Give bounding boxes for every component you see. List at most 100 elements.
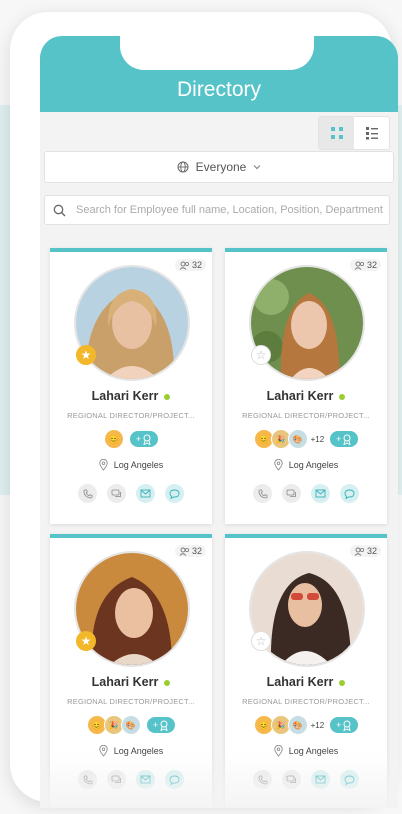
email-button[interactable]: [136, 770, 155, 789]
add-badge-label: +: [152, 720, 159, 730]
contact-actions: [225, 484, 387, 503]
more-badges-count: +12: [310, 434, 325, 444]
search-bar: [44, 195, 390, 225]
count-value: 32: [366, 260, 377, 270]
call-button[interactable]: [253, 484, 272, 503]
mail-icon: [315, 489, 326, 498]
connections-count: 32: [349, 259, 381, 271]
chat-button[interactable]: [107, 770, 126, 789]
location-pin-icon: [274, 745, 283, 757]
message-icon: [344, 775, 355, 785]
favorite-star-icon[interactable]: ☆: [251, 631, 271, 651]
message-button[interactable]: [165, 770, 184, 789]
grid-view-icon: [330, 127, 343, 139]
employee-card[interactable]: 32 ★ Lahari Kerr REGIONAL DIRECTOR/PROJE…: [50, 534, 212, 808]
add-badge-button[interactable]: +: [146, 717, 176, 733]
name-text: Lahari Kerr: [91, 389, 159, 403]
favorite-star-icon[interactable]: ★: [76, 631, 96, 651]
grid-view-button[interactable]: [319, 117, 354, 149]
employee-role: REGIONAL DIRECTOR/PROJECT...: [242, 411, 370, 420]
list-view-button[interactable]: [354, 117, 389, 149]
award-icon: [143, 434, 151, 445]
name-text: Lahari Kerr: [266, 389, 334, 403]
phone-icon: [258, 775, 267, 784]
add-badge-label: +: [336, 720, 342, 730]
avatar[interactable]: [249, 551, 365, 667]
location-pin-icon: [274, 459, 283, 471]
people-icon: [354, 547, 364, 556]
app-header: Directory: [40, 36, 398, 112]
people-icon: [179, 261, 189, 270]
online-status-dot: [164, 679, 171, 686]
location-text: Log Angeles: [288, 746, 339, 756]
employee-location: Log Angeles: [50, 459, 212, 471]
employee-card[interactable]: 32 ☆ Lahari Kerr REGIONAL DIRECTOR/PROJE…: [225, 248, 387, 524]
phone-icon: [83, 489, 92, 498]
message-icon: [344, 489, 355, 499]
contact-actions: [225, 770, 387, 789]
message-button[interactable]: [340, 770, 359, 789]
employee-location: Log Angeles: [225, 745, 387, 757]
favorite-star-icon[interactable]: ★: [76, 345, 96, 365]
message-icon: [169, 489, 180, 499]
add-badge-button[interactable]: +: [330, 717, 359, 733]
chat-button[interactable]: [282, 484, 301, 503]
badge-row: 😊 🎉 🎨 +12 +: [225, 715, 387, 735]
call-button[interactable]: [78, 770, 97, 789]
contact-actions: [50, 770, 212, 789]
phone-icon: [258, 489, 267, 498]
view-toggle: [318, 116, 390, 150]
chat-button[interactable]: [107, 484, 126, 503]
location-pin-icon: [99, 459, 108, 471]
connections-count: 32: [174, 545, 206, 557]
avatar[interactable]: [74, 265, 190, 381]
email-button[interactable]: [311, 484, 330, 503]
employee-role: REGIONAL DIRECTOR/PROJECT...: [67, 697, 195, 706]
chevron-down-icon: [253, 165, 261, 170]
award-icon: [343, 720, 352, 731]
chat-icon: [111, 775, 121, 783]
people-icon: [354, 261, 364, 270]
phone-frame: Directory Everyone Search for Employee f…: [10, 12, 398, 808]
connections-count: 32: [349, 545, 381, 557]
mail-icon: [315, 775, 326, 784]
people-icon: [179, 547, 189, 556]
employee-role: REGIONAL DIRECTOR/PROJECT...: [67, 411, 195, 420]
chat-icon: [286, 775, 296, 783]
avatar[interactable]: [249, 265, 365, 381]
avatar[interactable]: [74, 551, 190, 667]
badge-icon: 🎨: [287, 429, 308, 449]
message-button[interactable]: [340, 484, 359, 503]
count-value: 32: [191, 260, 202, 270]
employee-name: Lahari Kerr: [50, 675, 212, 689]
badge-icon: 🎨: [287, 715, 308, 735]
chat-button[interactable]: [282, 770, 301, 789]
phone-icon: [83, 775, 92, 784]
online-status-dot: [164, 393, 171, 400]
online-status-dot: [339, 393, 346, 400]
search-input[interactable]: [74, 203, 388, 217]
list-view-icon: [365, 127, 378, 140]
call-button[interactable]: [253, 770, 272, 789]
count-value: 32: [366, 546, 377, 556]
badge-row: 😊 🎉 🎨 +12 +: [225, 429, 387, 449]
employee-card[interactable]: 32 ☆ Lahari Kerr REGIONAL DIRECTOR/PROJE…: [225, 534, 387, 808]
badge-row: 😊 +: [50, 429, 212, 449]
message-button[interactable]: [165, 484, 184, 503]
name-text: Lahari Kerr: [266, 675, 334, 689]
email-button[interactable]: [311, 770, 330, 789]
badge-icon: 🎨: [120, 715, 141, 735]
app-screen: Directory Everyone Search for Employee f…: [40, 36, 398, 808]
audience-filter[interactable]: Everyone: [44, 151, 394, 183]
employee-card[interactable]: 32 ★ Lahari Kerr REGIONAL DIRECTOR/PROJE…: [50, 248, 212, 524]
badge-row: 😊 🎉 🎨 +: [50, 715, 212, 735]
chat-icon: [111, 489, 121, 497]
add-badge-button[interactable]: +: [330, 431, 359, 447]
call-button[interactable]: [78, 484, 97, 503]
badge-icon: 😊: [103, 429, 124, 449]
add-badge-button[interactable]: +: [129, 431, 159, 447]
count-value: 32: [191, 546, 202, 556]
search-icon: [53, 204, 66, 216]
favorite-star-icon[interactable]: ☆: [251, 345, 271, 365]
email-button[interactable]: [136, 484, 155, 503]
